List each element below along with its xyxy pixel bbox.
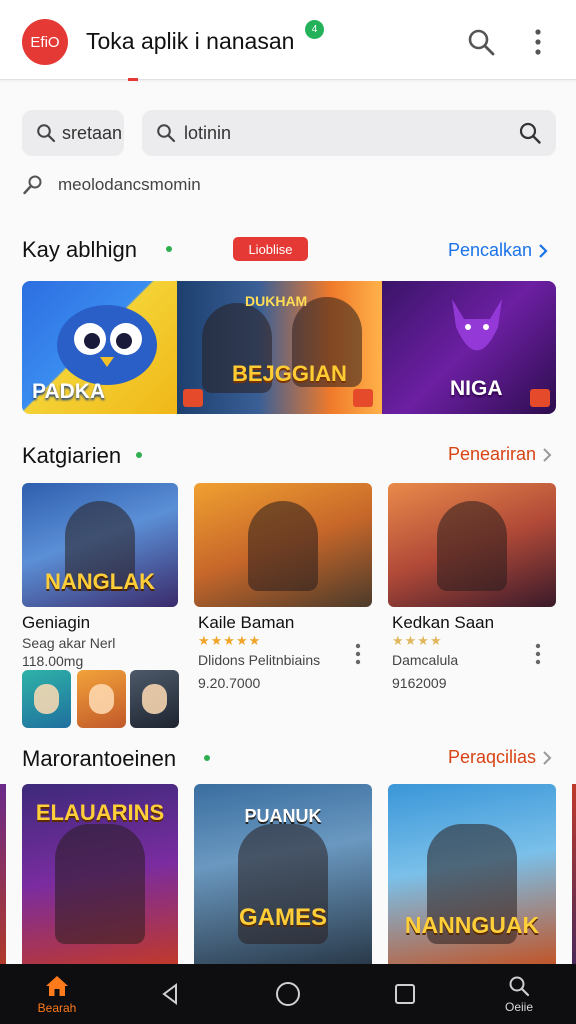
app-mini-icon	[183, 389, 203, 407]
game-card-image[interactable]	[388, 483, 556, 607]
nav-home-label: Bearah	[37, 1000, 77, 1015]
game-card-caption: ELAUARINS	[35, 800, 165, 825]
recommended-status-dot	[204, 755, 210, 761]
rating-stars: ★★★★	[392, 633, 443, 648]
carousel-edge	[0, 784, 6, 964]
search-icon	[37, 124, 56, 143]
app-title: Toka aplik i nanasan	[86, 28, 295, 54]
bottom-navigation: Bearah Oeiie	[0, 964, 576, 1024]
game-downloads: 9.20.7000	[198, 675, 261, 691]
banner-item[interactable]: PADKA	[22, 281, 177, 414]
banner-item[interactable]: NIGA	[382, 281, 556, 414]
recommended-link-label: Peraqcilias	[448, 747, 537, 767]
categories-section-title: Katgiarien	[22, 443, 122, 468]
game-name[interactable]: Geniagin	[22, 613, 90, 633]
search-icon	[509, 976, 530, 996]
categories-status-dot	[136, 452, 142, 458]
chevron-right-icon	[543, 750, 552, 765]
hero-figure	[437, 501, 507, 591]
search-input[interactable]: lotinin	[142, 110, 556, 156]
featured-banner-carousel[interactable]: PADKA DUKHAM BEJGGIAN NIGA	[22, 281, 556, 414]
nav-home-circle[interactable]	[266, 964, 310, 1024]
game-card-image[interactable]: NANGLAK	[22, 483, 178, 607]
game-thumbnail[interactable]	[77, 670, 126, 728]
game-thumbnail[interactable]	[22, 670, 71, 728]
more-vert-icon[interactable]	[535, 643, 541, 665]
more-vert-icon[interactable]	[355, 643, 361, 665]
search-chip-label: sretaan	[62, 122, 123, 143]
game-developer: Dlidons Pelitnbiains	[198, 652, 321, 668]
nav-recents[interactable]	[384, 964, 426, 1024]
banner-label: PADKA	[32, 380, 106, 403]
app-screen: EfiO Toka aplik i nanasan 4 sretaan loti…	[0, 0, 576, 1024]
game-developer: Damcalula	[392, 652, 459, 668]
featured-status-dot	[166, 246, 172, 252]
carousel-edge	[572, 784, 576, 964]
more-vert-icon[interactable]	[528, 27, 548, 57]
game-card-caption: GAMES	[238, 904, 327, 931]
game-card-caption: NANNGUAK	[404, 912, 540, 938]
banner-label: NIGA	[450, 377, 503, 400]
banner-top-label: DUKHAM	[245, 293, 308, 309]
game-developer: Seag akar Nerl	[22, 635, 116, 651]
recommended-see-more-link[interactable]: Peraqcilias	[448, 747, 552, 768]
game-card-image[interactable]: ELAUARINS	[22, 784, 178, 964]
home-circle-icon	[276, 982, 300, 1006]
app-mini-icon	[353, 389, 373, 407]
chevron-right-icon	[543, 447, 552, 462]
categories-see-more-link[interactable]: Peneariran	[448, 444, 552, 465]
game-card-image[interactable]	[194, 483, 372, 607]
game-thumbnail[interactable]	[130, 670, 179, 728]
chevron-right-icon	[539, 243, 548, 258]
game-downloads: 9162009	[392, 675, 447, 691]
recent-search-text: meolodancsmomin	[58, 175, 201, 194]
game-card-caption: NANGLAK	[45, 569, 155, 594]
back-triangle-icon	[162, 983, 177, 1005]
character-face	[142, 684, 167, 714]
notification-badge[interactable]: 4	[305, 20, 324, 39]
nav-back[interactable]	[150, 964, 190, 1024]
recent-search[interactable]: meolodancsmomin	[22, 174, 201, 196]
game-size: 118.00mg	[22, 653, 84, 669]
demon-figure-image	[452, 299, 502, 351]
home-icon	[46, 975, 68, 996]
search-chip[interactable]: sretaan	[22, 110, 124, 156]
recents-square-icon	[395, 984, 415, 1004]
banner-item[interactable]: DUKHAM BEJGGIAN	[177, 281, 382, 414]
search-submit-icon[interactable]	[518, 121, 542, 145]
search-icon	[157, 124, 176, 143]
nav-home[interactable]: Bearah	[30, 964, 84, 1024]
character-face	[89, 684, 114, 714]
hero-figure	[248, 501, 318, 591]
banner-label: BEJGGIAN	[232, 361, 347, 386]
search-icon[interactable]	[466, 27, 496, 57]
featured-see-more-link[interactable]: Pencalkan	[448, 240, 548, 261]
featured-link-label: Pencalkan	[448, 240, 533, 260]
rating-stars: ★★★★★	[198, 633, 262, 648]
nav-search-label: Oeiie	[504, 999, 533, 1014]
tab-indicator	[128, 78, 138, 81]
featured-section-title: Kay ablhign	[22, 237, 137, 262]
game-name[interactable]: Kedkan Saan	[392, 613, 494, 633]
mascot-image	[57, 305, 157, 385]
game-card-image[interactable]: NANNGUAK	[388, 784, 556, 964]
recommended-section-title: Marorantoeinen	[22, 746, 177, 771]
history-search-icon	[23, 175, 42, 195]
game-name[interactable]: Kaile Baman	[198, 613, 294, 633]
top-app-bar: EfiO Toka aplik i nanasan 4	[0, 0, 576, 80]
game-card-image[interactable]: PUANUK GAMES	[194, 784, 372, 964]
character-face	[34, 684, 59, 714]
categories-link-label: Peneariran	[448, 444, 537, 464]
app-mini-icon	[530, 389, 550, 407]
nav-search[interactable]: Oeiie	[494, 964, 544, 1024]
app-logo[interactable]: EfiO	[22, 19, 68, 65]
hero-figure	[55, 824, 145, 944]
search-input-placeholder: lotinin	[184, 122, 232, 143]
featured-badge: Lioblise	[233, 237, 308, 261]
